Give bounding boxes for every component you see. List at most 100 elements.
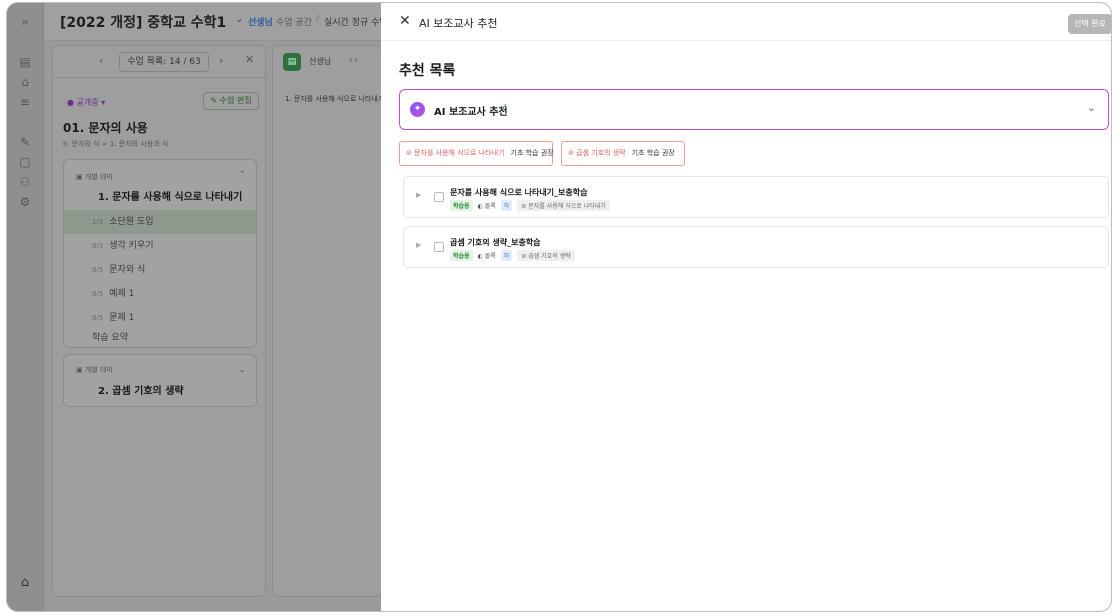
topic-tag: ▣ 개별 테마 [76, 173, 113, 181]
list-item[interactable]: 1/3 소단원 도입 [64, 210, 256, 234]
chevron-up-icon[interactable]: ⌃ [238, 170, 246, 180]
topic-card: ▣ 개별 테마 ⌄ 2. 곱셈 기호의 생략 [63, 354, 257, 407]
purpose-badge: 학습용 [450, 250, 473, 261]
lesson-panel-header: ‹ 수업 목록: 14 / 63 › ✕ [53, 46, 267, 78]
item-progress: 0/5 [92, 290, 104, 298]
unit-title: 01. 문자의 사용 [63, 121, 148, 135]
topic-title[interactable]: 2. 곱셈 기호의 생략 [98, 382, 184, 397]
topic-title[interactable]: 1. 문자를 사용해 식으로 나타내기 [98, 188, 242, 203]
content-text: 1. 문자를 사용해 식으로 나타내기 [285, 95, 385, 103]
menu-icon[interactable]: ≡ [16, 93, 34, 111]
item-meta: 학습용 ◐ 몰록 하 ⊘ 곱셈 기호의 생략 [450, 250, 575, 261]
type-text: 몰록 [484, 203, 496, 210]
close-icon[interactable]: ✕ [399, 13, 411, 29]
tag-badge: ⊘ 곱셈 기호의 생략 [517, 250, 575, 261]
modal-title: AI 보조교사 추천 [419, 17, 498, 30]
ai-sparkle-icon: ✦ [410, 102, 425, 117]
item-checkbox[interactable] [434, 242, 444, 252]
publish-label: 공개중 [76, 98, 99, 107]
item-title: 문자를 사용해 식으로 나타내기_보충학습 [450, 188, 588, 197]
type-text: 몰록 [484, 253, 496, 260]
item-title: 곱셈 기호의 생략_보충학습 [450, 238, 541, 247]
settings-icon[interactable]: ⚙ [16, 193, 34, 211]
edit-lesson-button[interactable]: ✎ 수업 편집 [203, 92, 259, 110]
item-progress: 1/3 [92, 218, 104, 226]
document-icon[interactable]: ▢ [16, 153, 34, 171]
item-progress: 0/5 [92, 266, 104, 274]
chevron-left-icon[interactable]: ‹ [99, 54, 103, 67]
list-item[interactable]: 0/5 문자와 식 [64, 258, 256, 282]
item-label: 문제 1 [109, 313, 135, 323]
list-item[interactable]: ▶ 곱셈 기호의 생략_보충학습 학습용 ◐ 몰록 하 ⊘ 곱셈 기호의 생략 [403, 226, 1109, 268]
topic-tag: ▣ 개별 테마 [76, 366, 113, 374]
item-meta: 학습용 ◐ 몰록 하 ⊘ 문자를 사용해 식으로 나타내기 [450, 200, 610, 211]
breadcrumb: II. 문자와 식 > 1. 문자의 사용과 식 [63, 140, 169, 148]
notebook-icon: ▤ [283, 53, 301, 71]
level-badge: 하 [500, 250, 513, 261]
app-window: » ▤ ⌂ ≡ ✎ ▢ ⚇ ⚙ ⌂ [2022 개정] 중학교 수학1 ⌄ 선생… [6, 2, 1112, 612]
type-label: ◐ 몰록 [477, 203, 496, 210]
expand-triangle-icon[interactable]: ▶ [416, 241, 421, 249]
item-label: 학습 요약 [92, 333, 128, 343]
chip-recommendation: 기초 학습 권장 [631, 149, 675, 157]
chip-tag: 곱셈 기호의 생략 [576, 149, 626, 157]
item-label: 소단원 도입 [109, 217, 154, 227]
lesson-nav[interactable]: 수업 목록: 14 / 63 [119, 52, 209, 72]
divider [381, 40, 1111, 41]
edit-lesson-label: 수업 편집 [219, 96, 252, 105]
expand-icon[interactable]: » [16, 13, 34, 31]
recommend-chip[interactable]: ⊘ 문자를 사용해 식으로 나타내기 기초 학습 권장 [399, 141, 554, 166]
tag-text: 문자를 사용해 식으로 나타내기 [528, 203, 606, 210]
lesson-nav-label: 수업 목록: 14 / 63 [127, 57, 201, 67]
chart-icon[interactable]: ⌂ [16, 73, 34, 91]
list-item[interactable]: 0/3 생각 키우기 [64, 234, 256, 258]
ai-recommend-dropdown[interactable]: ✦ AI 보조교사 추천 ✓ ⌄ [399, 89, 1109, 130]
recommend-heading: 추천 목록 [399, 63, 456, 79]
tag-text: 곱셈 기호의 생략 [528, 253, 571, 260]
item-label: 예제 1 [109, 289, 135, 299]
item-progress: 0/3 [92, 242, 104, 250]
item-label: 생각 키우기 [109, 241, 154, 251]
home-icon[interactable]: ⌂ [16, 575, 34, 593]
list-item[interactable]: ▶ 문자를 사용해 식으로 나타내기_보충학습 학습용 ◐ 몰록 하 ⊘ 문자를… [403, 176, 1109, 218]
expand-triangle-icon[interactable]: ▶ [416, 191, 421, 199]
chevron-down-icon[interactable]: ⌄ [1087, 101, 1096, 114]
class-label: 실시간 정규 수업 [324, 18, 388, 28]
chip-tag: 문자를 사용해 식으로 나타내기 [414, 149, 505, 157]
tag-badge: ⊘ 문자를 사용해 식으로 나타내기 [517, 200, 610, 211]
teacher-badge: 선생님 [248, 18, 273, 28]
tag-icon: ⊘ [568, 149, 577, 157]
topic-card: ▣ 개별 테마 ⌃ 1. 문자를 사용해 식으로 나타내기 1/3 소단원 도입 … [63, 159, 257, 348]
pen-icon[interactable]: ✎ [16, 133, 34, 151]
people-icon[interactable]: ⚇ [16, 173, 34, 191]
item-progress: 0/5 [92, 314, 104, 322]
topic-tag-label: 개별 테마 [84, 173, 113, 181]
chevron-right-icon[interactable]: › [219, 54, 223, 67]
ai-recommend-modal: ✕ AI 보조교사 추천 선택 완료 추천 목록 ✦ AI 보조교사 추천 ✓ … [381, 3, 1111, 611]
chevron-down-icon[interactable]: ⌄ [235, 14, 243, 25]
ai-recommend-label: AI 보조교사 추천 [434, 107, 508, 118]
purpose-badge: 학습용 [450, 200, 473, 211]
content-panel: ▤ 선생님 ‹ › 1. 문자를 사용해 식으로 나타내기 [272, 45, 385, 597]
course-title[interactable]: [2022 개정] 중학교 수학1 [60, 12, 226, 32]
confirm-selection-button[interactable]: 선택 완료 [1068, 14, 1111, 34]
publish-status[interactable]: ● 공개중 ▾ [67, 97, 105, 108]
item-label: 문자와 식 [109, 265, 146, 275]
chevron-down-icon[interactable]: ⌄ [238, 365, 246, 375]
level-badge: 하 [500, 200, 513, 211]
chip-recommendation: 기초 학습 권장 [510, 149, 554, 157]
space-label: 수업 공간 [276, 18, 312, 28]
topic-tag-label: 개별 테마 [84, 366, 113, 374]
nav-arrows-icon[interactable]: ‹ › [349, 55, 358, 64]
list-item[interactable]: 0/5 예제 1 [64, 282, 256, 306]
recommend-chip[interactable]: ⊘ 곱셈 기호의 생략 기초 학습 권장 [561, 141, 685, 166]
list-item[interactable]: 학습 요약 [64, 326, 256, 350]
close-icon[interactable]: ✕ [245, 53, 254, 66]
separator: / [316, 14, 320, 24]
type-label: ◐ 몰록 [477, 253, 496, 260]
teacher-label: 선생님 [309, 57, 332, 66]
item-checkbox[interactable] [434, 192, 444, 202]
check-icon: ✓ [500, 102, 509, 113]
library-icon[interactable]: ▤ [16, 53, 34, 71]
lesson-panel: ‹ 수업 목록: 14 / 63 › ✕ ● 공개중 ▾ ✎ 수업 편집 01.… [52, 45, 267, 597]
